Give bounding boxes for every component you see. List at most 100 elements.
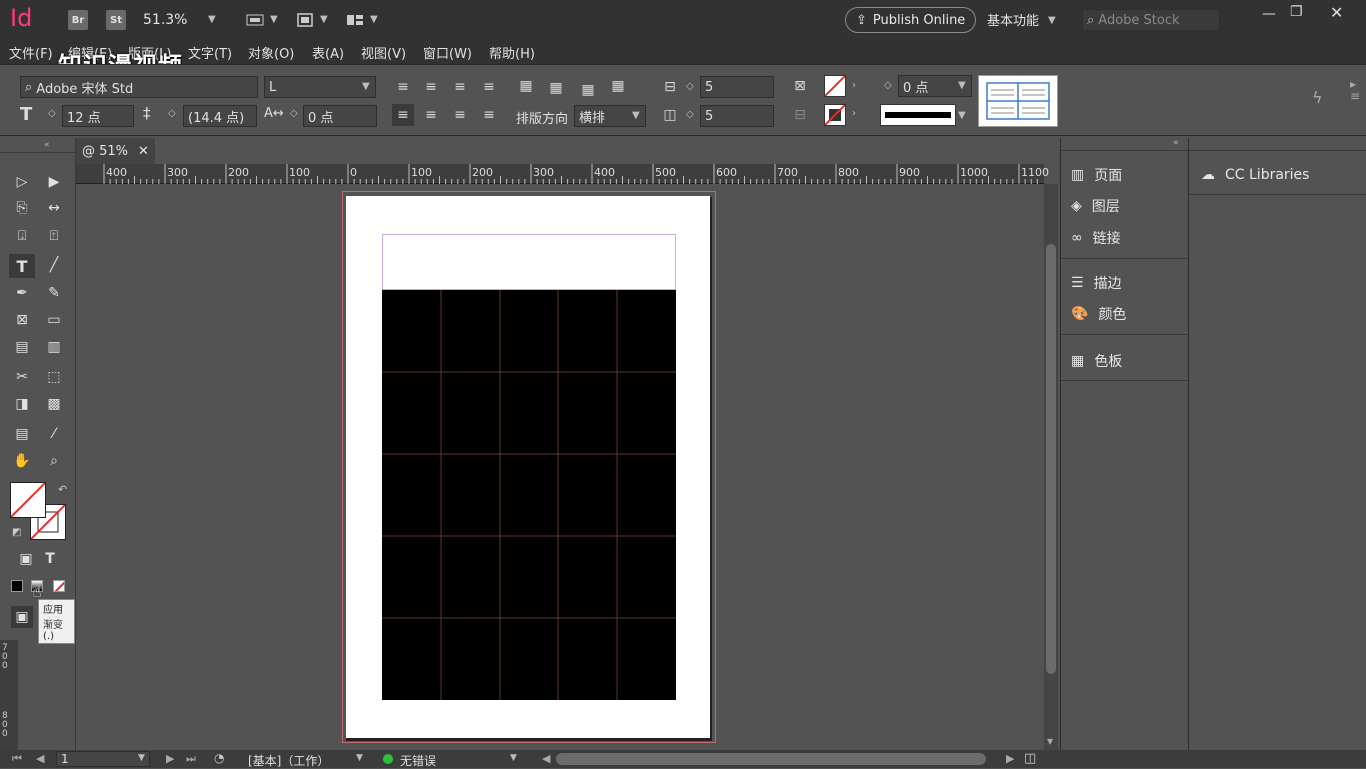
font-style-field[interactable]: L xyxy=(264,76,376,98)
formatting-container-icon[interactable]: ▣ xyxy=(15,548,37,570)
grid-align-icon-4[interactable]: ▦ xyxy=(608,76,628,96)
stock-button[interactable]: St xyxy=(106,10,126,30)
arrange-documents-icon[interactable] xyxy=(344,10,366,30)
unmerge-cells-icon[interactable]: ⊟ xyxy=(790,105,810,125)
close-tab-icon[interactable]: ✕ xyxy=(138,144,149,159)
justify-left-icon[interactable]: ≡ xyxy=(392,104,414,126)
tracking-stepper[interactable]: ◇ xyxy=(290,108,298,119)
rectangle-tool-icon[interactable]: ▭ xyxy=(43,309,65,331)
panel-cc-libraries[interactable]: ☁ CC Libraries xyxy=(1201,161,1309,189)
zoom-tool-icon[interactable]: ⌕ xyxy=(43,450,65,472)
content-collector-icon[interactable]: ⍗ xyxy=(11,225,33,247)
horizontal-scroll-thumb[interactable] xyxy=(556,753,986,765)
publish-online-button[interactable]: ⇪ Publish Online xyxy=(845,7,977,33)
hand-tool-icon[interactable]: ✋ xyxy=(11,450,33,472)
horizontal-grid-tool-icon[interactable]: ▤ xyxy=(11,336,33,358)
menu-type[interactable]: 文字(T) xyxy=(188,43,232,62)
eyedropper-tool-icon[interactable]: ⁄ xyxy=(43,423,65,445)
adobe-stock-search[interactable]: ⌕ Adobe Stock xyxy=(1082,9,1220,31)
fill-none-swatch[interactable] xyxy=(824,75,846,97)
rows-stepper[interactable]: ◇ xyxy=(686,81,694,92)
grid-align-icon-1[interactable]: ▦ xyxy=(516,76,536,96)
stroke-type-select[interactable] xyxy=(880,104,956,126)
justify-center-icon[interactable]: ≡ xyxy=(420,104,442,126)
swap-fill-stroke-icon[interactable]: ↶ xyxy=(58,483,67,496)
page-tool-icon[interactable]: ⎘ xyxy=(11,197,33,219)
panel-pages[interactable]: ▥ 页面 xyxy=(1071,161,1122,189)
grid-align-icon-3[interactable]: ▦ xyxy=(578,80,598,100)
menu-file[interactable]: 文件(F) xyxy=(9,43,53,62)
justify-all-icon[interactable]: ≡ xyxy=(478,104,500,126)
apply-color-icon[interactable] xyxy=(11,580,23,592)
fill-flyout-icon[interactable]: › xyxy=(852,80,856,91)
scroll-down-icon[interactable]: ▼ xyxy=(1047,737,1053,746)
workspace-dropdown-icon[interactable]: ▼ xyxy=(1048,15,1056,26)
grid-align-icon-2[interactable]: ▦ xyxy=(546,78,566,98)
panel-layers[interactable]: ◈ 图层 xyxy=(1071,192,1120,220)
fill-color-box[interactable] xyxy=(10,482,46,518)
pasteboard[interactable] xyxy=(76,184,1044,750)
line-tool-icon[interactable]: ╱ xyxy=(43,254,65,276)
next-page-icon[interactable]: ▶ xyxy=(166,752,174,765)
selection-tool-icon[interactable]: ▷ xyxy=(11,171,33,193)
columns-stepper[interactable]: ◇ xyxy=(686,109,694,120)
document-page[interactable] xyxy=(346,196,710,738)
tracking-field[interactable]: 0 点 xyxy=(303,105,377,127)
pencil-tool-icon[interactable]: ✎ xyxy=(43,282,65,304)
menu-view[interactable]: 视图(V) xyxy=(361,43,406,62)
font-size-stepper[interactable]: ◇ xyxy=(48,108,56,119)
gradient-swatch-tool-icon[interactable]: ◨ xyxy=(11,393,33,415)
panel-color[interactable]: 🎨 颜色 xyxy=(1071,300,1126,328)
collapse-tools-icon[interactable]: « xyxy=(44,140,50,150)
scroll-left-icon[interactable]: ◀ xyxy=(542,752,550,765)
arrange-dropdown-icon[interactable]: ▼ xyxy=(370,14,378,25)
normal-view-icon[interactable]: ▣ xyxy=(11,606,33,628)
type-tool-icon[interactable]: T xyxy=(9,254,35,278)
font-size-field[interactable]: 12 点 xyxy=(62,105,134,127)
rectangle-frame-tool-icon[interactable]: ⊠ xyxy=(11,309,33,331)
stroke-weight-stepper[interactable]: ◇ xyxy=(884,80,892,91)
control-panel-menu-icon[interactable]: ▸ ≡ xyxy=(1350,78,1360,102)
preflight-dropdown-icon[interactable]: ▼ xyxy=(510,753,517,763)
font-family-field[interactable]: ⌕ Adobe 宋体 Std xyxy=(20,76,258,98)
stroke-weight-dropdown-icon[interactable]: ▼ xyxy=(958,80,966,91)
table-frame[interactable] xyxy=(382,290,676,700)
pen-tool-icon[interactable]: ✒ xyxy=(11,282,33,304)
master-status[interactable]: [基本]（工作） xyxy=(248,752,329,769)
zoom-level[interactable]: 51.3% xyxy=(143,12,187,28)
formatting-text-icon[interactable]: T xyxy=(39,548,61,570)
leading-stepper[interactable]: ◇ xyxy=(168,108,176,119)
font-style-dropdown-icon[interactable]: ▼ xyxy=(362,81,370,92)
justify-icon[interactable]: ≡ xyxy=(478,76,500,98)
menu-object[interactable]: 对象(O) xyxy=(248,43,294,62)
note-tool-icon[interactable]: ▤ xyxy=(11,423,33,445)
split-window-icon[interactable]: ◫ xyxy=(1024,751,1036,766)
prev-page-icon[interactable]: ◀ xyxy=(36,752,44,765)
zoom-dropdown-icon[interactable]: ▼ xyxy=(208,14,216,25)
gap-tool-icon[interactable]: ↔ xyxy=(43,197,65,219)
apply-none-icon[interactable] xyxy=(53,580,65,592)
restore-button[interactable]: ❐ xyxy=(1290,4,1303,20)
view-options-icon[interactable] xyxy=(244,10,266,30)
scissors-tool-icon[interactable]: ✂ xyxy=(11,366,33,388)
direct-selection-tool-icon[interactable]: ▶ xyxy=(43,171,65,193)
lightning-icon[interactable]: ϟ xyxy=(1312,88,1323,107)
last-page-icon[interactable]: ⏭ xyxy=(186,752,196,766)
stroke-swatch[interactable] xyxy=(824,104,846,126)
header-text-frame[interactable] xyxy=(382,234,676,290)
free-transform-tool-icon[interactable]: ⬚ xyxy=(43,366,65,388)
default-fill-stroke-icon[interactable]: ◩ xyxy=(12,527,21,538)
screen-mode-icon[interactable] xyxy=(294,10,316,30)
merge-cells-icon[interactable]: ⊠ xyxy=(790,76,810,96)
panel-links[interactable]: ∞ 链接 xyxy=(1071,224,1121,252)
scroll-thumb[interactable] xyxy=(1046,244,1056,674)
bridge-button[interactable]: Br xyxy=(68,10,88,30)
panel-swatches[interactable]: ▦ 色板 xyxy=(1071,347,1122,375)
align-right-icon[interactable]: ≡ xyxy=(449,76,471,98)
minimize-button[interactable]: — xyxy=(1262,6,1276,22)
content-placer-icon[interactable]: ⍐ xyxy=(43,225,65,247)
collapse-panels-icon[interactable]: « xyxy=(1173,138,1179,148)
stroke-type-dropdown-icon[interactable]: ▼ xyxy=(958,110,966,121)
page-dropdown-icon[interactable]: ▼ xyxy=(138,753,145,763)
table-proxy-preview[interactable] xyxy=(978,75,1058,127)
